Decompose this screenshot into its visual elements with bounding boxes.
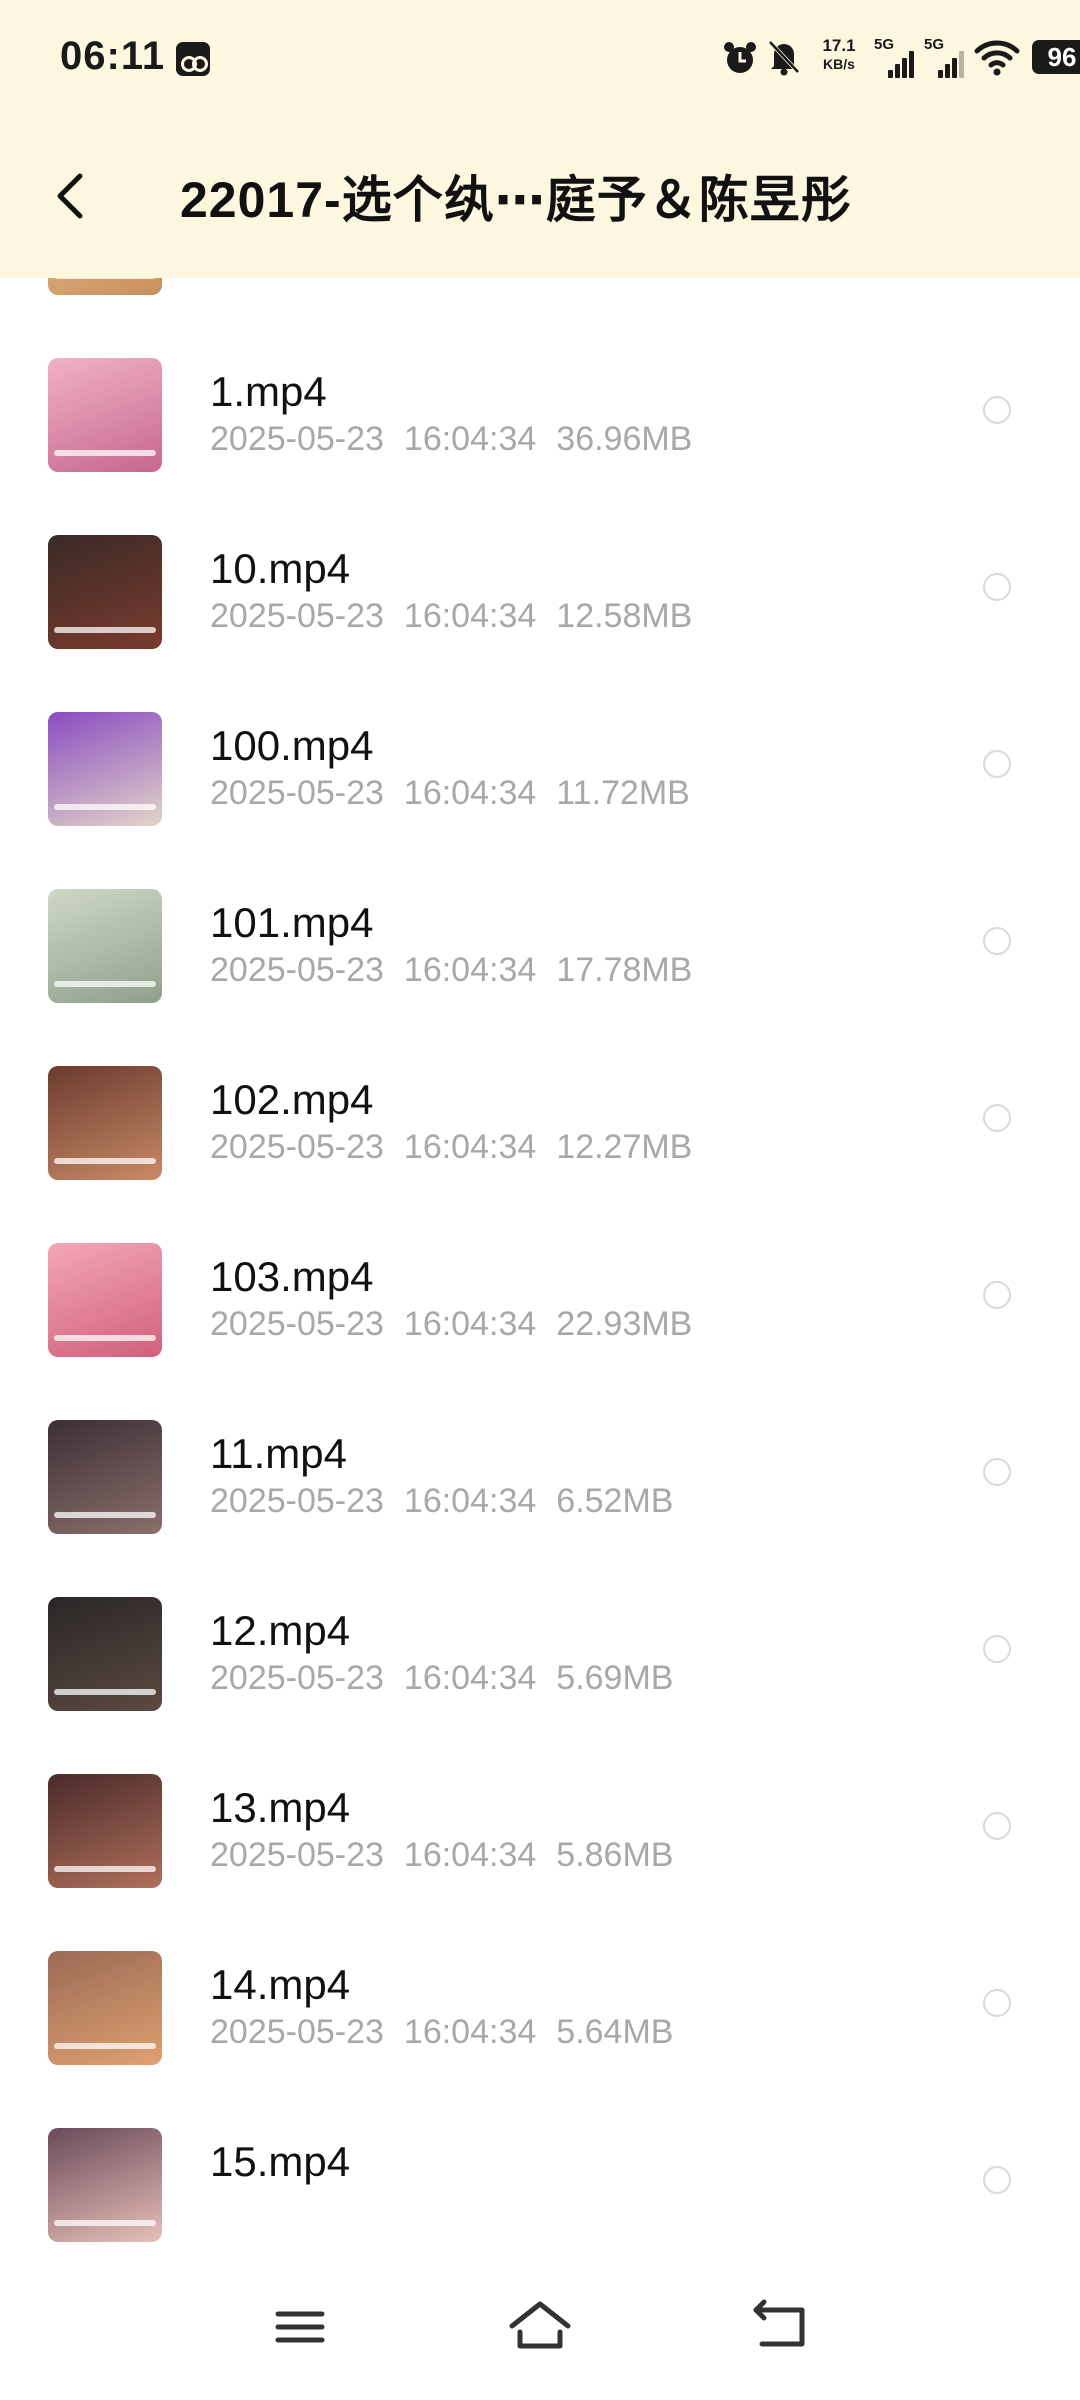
alarm-icon bbox=[724, 42, 756, 73]
file-list-item[interactable]: 13.mp4 2025-05-23 16:04:34 5.86MB bbox=[0, 1694, 1080, 1888]
file-name: 11.mp4 bbox=[210, 1430, 347, 1477]
back-arrow-icon[interactable] bbox=[50, 170, 90, 222]
file-name: 102.mp4 bbox=[210, 1076, 374, 1123]
file-list-item[interactable]: 11.mp4 2025-05-23 16:04:34 6.52MB bbox=[0, 1340, 1080, 1534]
file-size: 12.58MB bbox=[556, 597, 693, 635]
file-name: 100.mp4 bbox=[210, 722, 374, 769]
file-size: 22.93MB bbox=[556, 1305, 693, 1343]
file-meta: 2025-05-23 16:04:34 17.78MB bbox=[210, 951, 692, 990]
file-name: 1.mp4 bbox=[210, 368, 327, 415]
select-radio[interactable] bbox=[983, 750, 1011, 778]
file-time: 16:04:34 bbox=[403, 774, 537, 812]
network-speed-unit: KB/s bbox=[823, 56, 855, 72]
file-meta: 2025-05-23 16:04:34 11.72MB bbox=[210, 774, 690, 813]
file-browser-screen: 0.jpg2025-05-2316:04:34888.88KB1.mp42025… bbox=[0, 0, 1080, 2400]
file-date: 2025-05-23 bbox=[210, 420, 384, 458]
select-radio[interactable] bbox=[983, 396, 1011, 424]
select-radio[interactable] bbox=[983, 1635, 1011, 1663]
menu-icon[interactable] bbox=[260, 2292, 340, 2362]
file-date: 2025-05-23 bbox=[210, 597, 384, 635]
select-radio[interactable] bbox=[983, 1104, 1011, 1132]
file-date: 2025-05-23 bbox=[210, 1482, 384, 1520]
file-name: 15.mp4 bbox=[210, 2138, 351, 2185]
file-meta: 2025-05-23 16:04:34 6.52MB bbox=[210, 1482, 673, 1521]
select-radio[interactable] bbox=[983, 927, 1011, 955]
file-name: 13.mp4 bbox=[210, 1784, 351, 1831]
file-name: 101.mp4 bbox=[210, 899, 374, 946]
wifi-icon bbox=[974, 40, 1020, 76]
file-time: 16:04:34 bbox=[403, 2013, 537, 2051]
file-date: 2025-05-23 bbox=[210, 1128, 384, 1166]
file-time: 16:04:34 bbox=[403, 1836, 537, 1874]
file-time: 16:04:34 bbox=[403, 951, 537, 989]
file-list-item[interactable]: 1.mp4 2025-05-23 16:04:34 36.96MB bbox=[0, 278, 1080, 472]
page-title: 22017-选个纨⋯庭予＆陈昱彤 bbox=[180, 172, 852, 228]
file-date: 2025-05-23 bbox=[210, 1836, 384, 1874]
file-meta: 2025-05-23 16:04:34 36.96MB bbox=[210, 420, 692, 459]
file-meta: 2025-05-23 16:04:34 12.58MB bbox=[210, 597, 692, 636]
file-size: 5.69MB bbox=[556, 1659, 674, 1697]
gallery-app-icon bbox=[176, 42, 210, 76]
file-name: 14.mp4 bbox=[210, 1961, 351, 2008]
cellular-signal-1-icon: 5G bbox=[874, 36, 914, 80]
file-name: 10.mp4 bbox=[210, 545, 351, 592]
file-size: 36.96MB bbox=[556, 420, 693, 458]
file-meta: 2025-05-23 16:04:34 5.86MB bbox=[210, 1836, 673, 1875]
file-meta: 2025-05-23 16:04:34 5.64MB bbox=[210, 2013, 673, 2052]
file-date: 2025-05-23 bbox=[210, 1659, 384, 1697]
file-size: 5.86MB bbox=[556, 1836, 674, 1874]
file-name: 103.mp4 bbox=[210, 1253, 374, 1300]
battery-level: 96 bbox=[1032, 40, 1080, 74]
file-size: 5.64MB bbox=[556, 2013, 674, 2051]
select-radio[interactable] bbox=[983, 1812, 1011, 1840]
select-radio[interactable] bbox=[983, 1989, 1011, 2017]
file-date: 2025-05-23 bbox=[210, 2013, 384, 2051]
file-time: 16:04:34 bbox=[403, 1305, 537, 1343]
network-speed-value: 17.1 bbox=[822, 36, 856, 55]
file-list-item[interactable]: 100.mp4 2025-05-23 16:04:34 11.72MB bbox=[0, 632, 1080, 826]
select-radio[interactable] bbox=[983, 2166, 1011, 2194]
network-speed: 17.1 KB/s bbox=[814, 36, 864, 74]
file-size: 12.27MB bbox=[556, 1128, 693, 1166]
notifications-off-icon bbox=[768, 40, 800, 76]
system-navigation-bar bbox=[0, 2272, 1080, 2400]
file-list[interactable]: 0.jpg2025-05-2316:04:34888.88KB1.mp42025… bbox=[0, 101, 1080, 2242]
file-meta bbox=[210, 2190, 250, 2229]
file-size: 11.72MB bbox=[556, 774, 690, 812]
select-radio[interactable] bbox=[983, 573, 1011, 601]
file-time: 16:04:34 bbox=[403, 420, 537, 458]
thumbnail-caption bbox=[54, 2220, 156, 2226]
file-time: 16:04:34 bbox=[403, 1659, 537, 1697]
header: 06:11 17.1 KB/s 5G 5G 96 22017-选个纨⋯庭予＆陈昱… bbox=[0, 0, 1080, 278]
file-meta: 2025-05-23 16:04:34 22.93MB bbox=[210, 1305, 692, 1344]
file-time: 16:04:34 bbox=[403, 1482, 537, 1520]
cellular-signal-2-icon: 5G bbox=[924, 36, 964, 80]
select-radio[interactable] bbox=[983, 1458, 1011, 1486]
file-name: 12.mp4 bbox=[210, 1607, 351, 1654]
file-meta: 2025-05-23 16:04:34 12.27MB bbox=[210, 1128, 692, 1167]
file-list-item[interactable]: 14.mp4 2025-05-23 16:04:34 5.64MB bbox=[0, 1871, 1080, 2065]
file-thumbnail bbox=[48, 2128, 162, 2242]
file-list-item[interactable]: 10.mp4 2025-05-23 16:04:34 12.58MB bbox=[0, 455, 1080, 649]
select-radio[interactable] bbox=[983, 1281, 1011, 1309]
home-icon[interactable] bbox=[500, 2292, 580, 2362]
file-time: 16:04:34 bbox=[403, 597, 537, 635]
file-time: 16:04:34 bbox=[403, 1128, 537, 1166]
status-bar: 06:11 17.1 KB/s 5G 5G 96 bbox=[0, 0, 1080, 118]
file-list-item[interactable]: 101.mp4 2025-05-23 16:04:34 17.78MB bbox=[0, 809, 1080, 1003]
file-meta: 2025-05-23 16:04:34 5.69MB bbox=[210, 1659, 673, 1698]
file-size: 6.52MB bbox=[556, 1482, 674, 1520]
file-list-item[interactable]: 103.mp4 2025-05-23 16:04:34 22.93MB bbox=[0, 1163, 1080, 1357]
file-date: 2025-05-23 bbox=[210, 1305, 384, 1343]
status-icons: 17.1 KB/s 5G 5G 96 bbox=[580, 30, 1080, 90]
file-list-item[interactable]: 15.mp4 bbox=[0, 2048, 1080, 2242]
status-time: 06:11 bbox=[60, 34, 166, 78]
file-list-item[interactable]: 102.mp4 2025-05-23 16:04:34 12.27MB bbox=[0, 986, 1080, 1180]
back-nav-icon[interactable] bbox=[740, 2292, 820, 2362]
file-list-item[interactable]: 12.mp4 2025-05-23 16:04:34 5.69MB bbox=[0, 1517, 1080, 1711]
file-date: 2025-05-23 bbox=[210, 951, 384, 989]
file-size: 17.78MB bbox=[556, 951, 693, 989]
file-date: 2025-05-23 bbox=[210, 774, 384, 812]
